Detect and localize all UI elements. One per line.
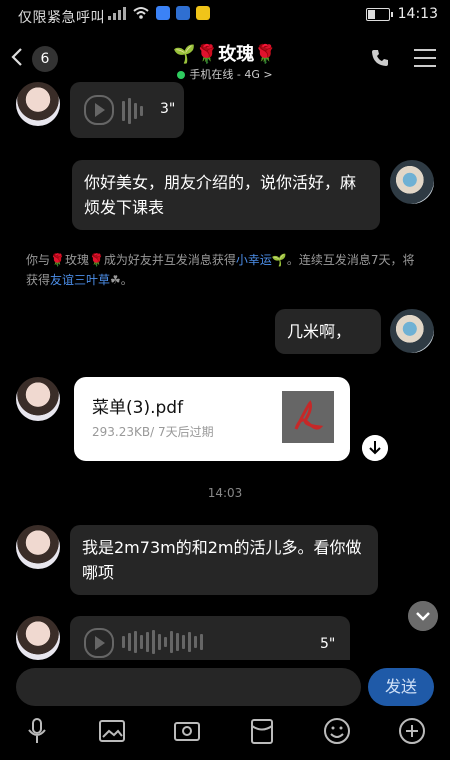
- plus-icon[interactable]: [397, 716, 427, 746]
- microphone-icon[interactable]: [22, 716, 52, 746]
- file-message[interactable]: 菜单(3).pdf 293.23KB/ 7天后过期: [74, 377, 350, 461]
- clover-link[interactable]: 友谊三叶草: [50, 273, 110, 287]
- clock: 14:13: [397, 6, 438, 22]
- message-input[interactable]: [16, 668, 361, 706]
- camera-icon[interactable]: [172, 716, 202, 746]
- outgoing-message[interactable]: 几米啊，: [275, 309, 381, 354]
- app-notification-icon: [156, 6, 170, 20]
- voice-duration: 3": [160, 101, 176, 117]
- system-message: 你与🌹玫瑰🌹成为好友并互发消息获得小幸运🌱。连续互发消息7天，将获得友谊三叶草☘…: [26, 250, 426, 290]
- contact-status[interactable]: 手机在线 - 4G >: [0, 66, 450, 82]
- status-icons: [108, 6, 210, 20]
- status-left-text: 仅限紧急呼叫: [18, 10, 105, 26]
- chevron-right-icon: >: [263, 68, 273, 81]
- outgoing-message[interactable]: 你好美女，朋友介绍的，说你活好，麻烦发下课表: [72, 160, 380, 230]
- status-text: 手机在线 - 4G: [189, 68, 260, 81]
- my-avatar[interactable]: [390, 160, 434, 204]
- image-icon[interactable]: [97, 716, 127, 746]
- contact-avatar[interactable]: [16, 525, 60, 569]
- timestamp: 14:03: [207, 486, 243, 500]
- play-icon[interactable]: [84, 628, 114, 658]
- phone-icon[interactable]: [370, 48, 390, 68]
- file-name: 菜单(3).pdf: [92, 398, 184, 418]
- voice-waveform: [122, 630, 203, 654]
- menu-icon[interactable]: [414, 48, 436, 68]
- wifi-icon: [133, 7, 149, 19]
- red-packet-icon[interactable]: [247, 716, 277, 746]
- voice-message[interactable]: 3": [70, 82, 184, 138]
- contact-avatar[interactable]: [16, 616, 60, 660]
- status-right: 14:13: [365, 6, 438, 22]
- system-text-1: 你与🌹玫瑰🌹成为好友并互发消息获得: [26, 253, 236, 267]
- shield-icon: [176, 6, 190, 20]
- chat-header: 6 🌱🌹玫瑰🌹 手机在线 - 4G >: [0, 36, 450, 86]
- pdf-icon: [282, 391, 334, 443]
- signal-icon: [108, 7, 126, 20]
- lucky-link[interactable]: 小幸运: [236, 253, 272, 267]
- emoji-icon[interactable]: [322, 716, 352, 746]
- incoming-message[interactable]: 我是2m73m的和2m的活儿多。看你做哪项: [70, 525, 378, 595]
- scroll-down-icon[interactable]: [408, 601, 438, 631]
- system-text-3: ☘。: [110, 273, 133, 287]
- voice-waveform: [122, 98, 143, 124]
- contact-avatar[interactable]: [16, 377, 60, 421]
- input-bar: 发送: [0, 660, 450, 760]
- send-button[interactable]: 发送: [368, 668, 434, 706]
- file-meta: 293.23KB/ 7天后过期: [92, 425, 214, 439]
- contact-avatar[interactable]: [16, 82, 60, 126]
- voice-duration: 5": [320, 636, 336, 652]
- voice-message[interactable]: 5": [70, 616, 350, 660]
- online-dot-icon: [177, 71, 186, 79]
- download-icon[interactable]: [362, 435, 388, 461]
- message-notification-icon: [196, 6, 210, 20]
- play-icon[interactable]: [84, 95, 114, 125]
- battery-icon: [365, 7, 393, 21]
- my-avatar[interactable]: [390, 309, 434, 353]
- status-bar: 仅限紧急呼叫 14:13: [0, 0, 450, 30]
